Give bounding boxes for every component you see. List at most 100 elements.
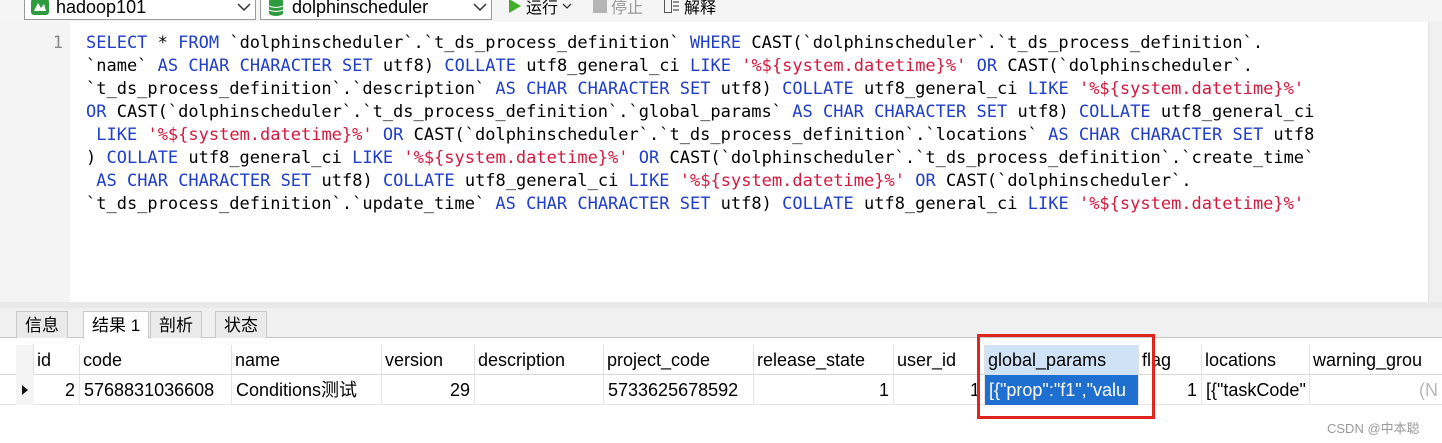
tab-profile[interactable]: 剖析 xyxy=(150,311,202,338)
editor-vertical-scrollbar[interactable] xyxy=(1428,22,1442,302)
column-header-id[interactable]: id xyxy=(34,345,80,375)
sql-keyword: CHAR xyxy=(188,56,230,76)
cell-project-code[interactable]: 5733625678592 xyxy=(604,375,754,405)
sql-keyword: COLLATE xyxy=(444,56,516,76)
sql-code[interactable]: SELECT * FROM `dolphinscheduler`.`t_ds_p… xyxy=(86,32,1416,216)
connection-icon xyxy=(29,0,51,17)
sql-text: utf8_general_ci xyxy=(853,194,1028,214)
sql-keyword: COLLATE xyxy=(1078,102,1151,122)
column-header-global-params[interactable]: global_params xyxy=(985,345,1139,375)
sql-string: '%${system.datetime}%' xyxy=(147,125,373,145)
database-select[interactable]: dolphinscheduler xyxy=(260,0,492,20)
cell-code[interactable]: 5768831036608 xyxy=(80,375,232,405)
sql-text: utf8 xyxy=(1263,125,1315,145)
cell-global-params[interactable]: [{"prop":"f1","valu xyxy=(985,375,1139,405)
sql-text: * xyxy=(147,33,179,53)
column-header-warning-group[interactable]: warning_grou xyxy=(1310,345,1442,375)
sql-keyword: CHARACTER xyxy=(874,102,967,122)
cell-id[interactable]: 2 xyxy=(34,375,80,405)
code-line: OR CAST(`dolphinscheduler`.`t_ds_process… xyxy=(86,101,1416,124)
cell-warning-group[interactable]: (N xyxy=(1310,375,1442,405)
current-row-marker[interactable] xyxy=(16,375,34,405)
column-header-locations[interactable]: locations xyxy=(1202,345,1310,375)
column-header-code[interactable]: code xyxy=(80,345,232,375)
sql-string: '%${system.datetime}%' xyxy=(1078,194,1305,214)
sql-keyword: SET xyxy=(341,56,373,76)
sql-keyword: SET xyxy=(976,102,1008,122)
stop-button[interactable]: 停止 xyxy=(593,0,643,17)
code-line: `t_ds_process_definition`.`description` … xyxy=(86,78,1416,101)
sql-text: utf8_general_ci xyxy=(178,148,353,168)
run-button[interactable]: 运行 xyxy=(508,0,572,17)
cell-name[interactable]: Conditions测试 xyxy=(232,375,382,405)
sql-keyword: OR xyxy=(976,56,998,76)
sql-keyword: CHAR xyxy=(526,194,568,214)
explain-button[interactable]: 解释 xyxy=(664,0,716,17)
column-header-project-code[interactable]: project_code xyxy=(604,345,754,375)
sql-keyword: WHERE xyxy=(689,33,742,53)
sql-keyword: LIKE xyxy=(96,125,138,145)
database-icon xyxy=(265,0,287,17)
tab-result-1[interactable]: 结果 1 xyxy=(83,311,150,339)
column-header-version[interactable]: version xyxy=(382,345,475,375)
sql-keyword: SET xyxy=(679,79,711,99)
cell-version[interactable]: 29 xyxy=(382,375,475,405)
sql-keyword: COLLATE xyxy=(782,194,854,214)
tab-status[interactable]: 状态 xyxy=(215,311,267,338)
tab-info[interactable]: 信息 xyxy=(16,311,68,338)
database-name: dolphinscheduler xyxy=(292,0,429,17)
sql-keyword: OR xyxy=(86,102,107,122)
sql-keyword: COLLATE xyxy=(382,171,455,191)
column-header-flag[interactable]: flag xyxy=(1139,345,1202,375)
sql-editor[interactable]: 1 SELECT * FROM `dolphinscheduler`.`t_ds… xyxy=(0,22,1428,302)
code-line: `name` AS CHAR CHARACTER SET utf8) COLLA… xyxy=(86,55,1416,78)
sql-string: '%${system.datetime}%' xyxy=(403,148,629,168)
sql-keyword: CHAR xyxy=(526,79,568,99)
column-header-release-state[interactable]: release_state xyxy=(754,345,894,375)
table-row[interactable]: 2 5768831036608 Conditions测试 29 57336256… xyxy=(0,375,1442,405)
sql-keyword: CHARACTER xyxy=(577,79,670,99)
cell-user-id[interactable]: 1 xyxy=(894,375,985,405)
sql-keyword: CHARACTER xyxy=(1130,125,1223,145)
result-grid[interactable]: id code name version description project… xyxy=(0,338,1442,443)
line-number: 1 xyxy=(52,33,63,53)
code-line: `t_ds_process_definition`.`update_time` … xyxy=(86,193,1416,216)
sql-string: '%${system.datetime}%' xyxy=(1078,79,1305,99)
line-number-gutter: 1 xyxy=(0,22,70,302)
code-line: AS CHAR CHARACTER SET utf8) COLLATE utf8… xyxy=(86,170,1416,193)
sql-text: `t_ds_process_definition`.`description` xyxy=(86,79,496,99)
sql-text: CAST(`dolphinscheduler`. xyxy=(935,171,1192,191)
connection-select[interactable]: hadoop101 xyxy=(24,0,256,20)
play-icon xyxy=(508,0,522,13)
sql-keyword: AS xyxy=(96,171,117,191)
sql-keyword: LIKE xyxy=(690,56,731,76)
column-header-description[interactable]: description xyxy=(475,345,604,375)
sql-text: ) xyxy=(86,148,107,168)
column-header-user-id[interactable]: user_id xyxy=(894,345,985,375)
code-line: LIKE '%${system.datetime}%' OR CAST(`dol… xyxy=(86,124,1416,147)
cell-locations[interactable]: [{"taskCode" xyxy=(1202,375,1310,405)
triangle-right-icon xyxy=(22,385,28,395)
sql-keyword: OR xyxy=(915,171,936,191)
cell-description[interactable] xyxy=(475,375,604,405)
cell-flag[interactable]: 1 xyxy=(1139,375,1202,405)
sql-text: utf8_general_ci xyxy=(454,171,629,191)
code-line: ) COLLATE utf8_general_ci LIKE '%${syste… xyxy=(86,147,1416,170)
column-header-name[interactable]: name xyxy=(232,345,382,375)
cell-release-state[interactable]: 1 xyxy=(754,375,894,405)
